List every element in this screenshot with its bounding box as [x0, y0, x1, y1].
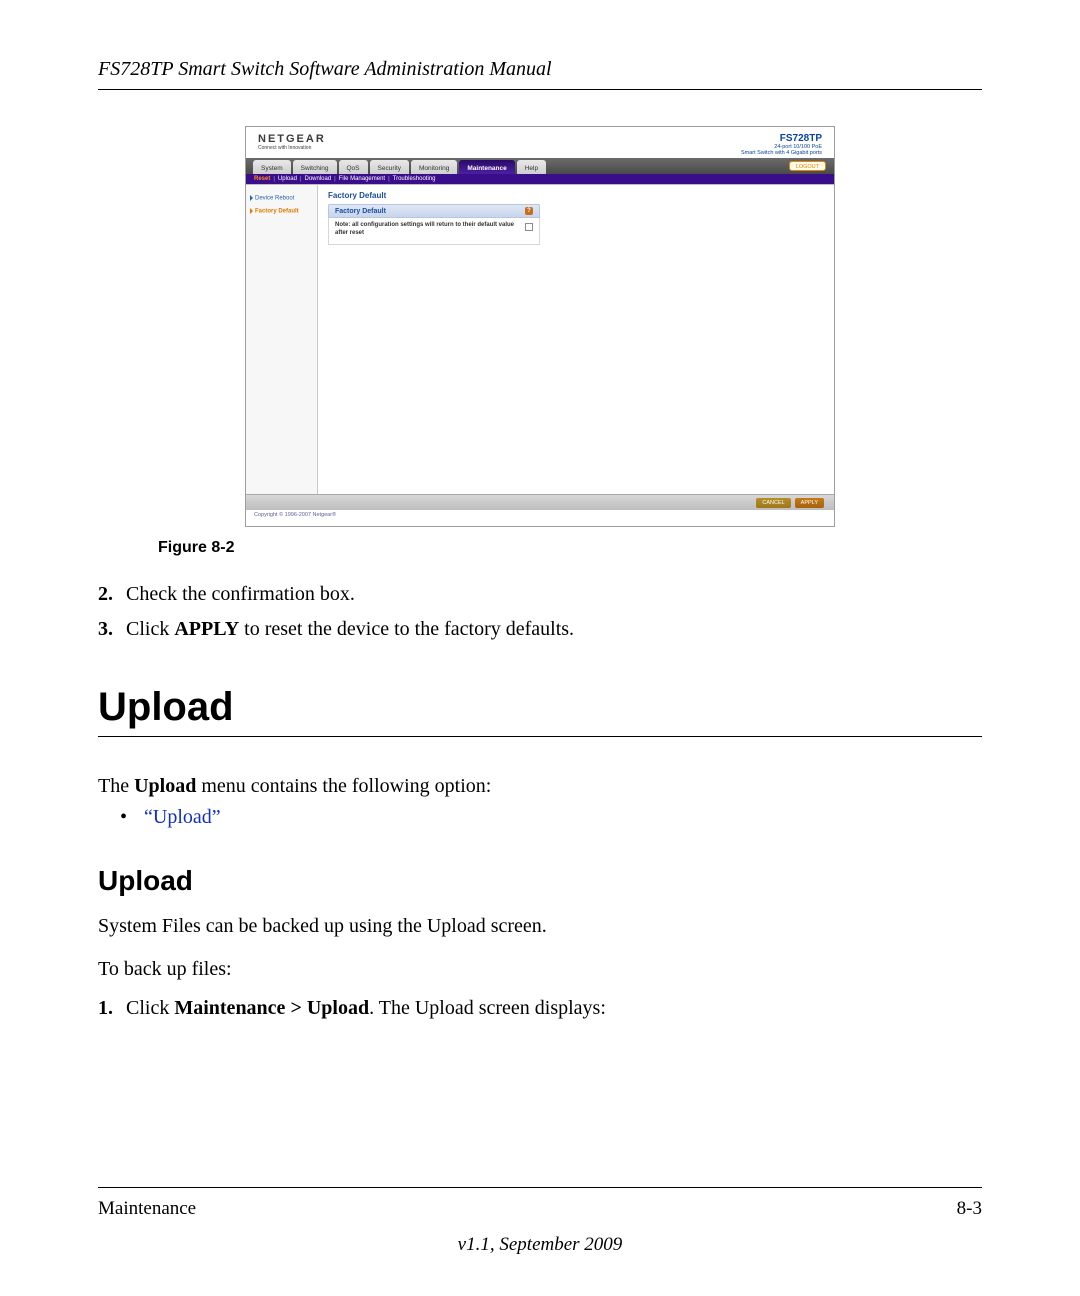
netgear-logo: NETGEAR Connect with Innovation [258, 133, 326, 151]
tab-monitoring[interactable]: Monitoring [411, 160, 457, 174]
embedded-screenshot: NETGEAR Connect with Innovation FS728TP … [245, 126, 835, 527]
footer-right: 8-3 [957, 1198, 982, 1220]
bullet-item: • “Upload” [120, 806, 982, 829]
steps-list-a: 2. Check the confirmation box. 3. Click … [98, 579, 982, 645]
paragraph: System Files can be backed up using the … [98, 911, 982, 942]
panel-body: Note: all configuration settings will re… [328, 218, 540, 245]
panel-note-text: Note: all configuration settings will re… [335, 222, 519, 238]
step-text: Click APPLY to reset the device to the f… [126, 614, 574, 645]
tab-qos[interactable]: QoS [339, 160, 368, 174]
step-number: 3. [98, 614, 126, 645]
subtab-troubleshooting[interactable]: Troubleshooting [393, 176, 436, 182]
panel-header-text: Factory Default [335, 208, 386, 215]
brand-tagline: Connect with Innovation [258, 145, 326, 151]
panel-title: Factory Default [328, 191, 824, 200]
confirmation-checkbox[interactable] [525, 223, 533, 231]
step-number: 1. [98, 993, 126, 1024]
product-model: FS728TP [741, 133, 822, 144]
apply-button[interactable]: APPLY [795, 498, 824, 508]
section-heading-upload: Upload [98, 685, 982, 737]
page-footer: Maintenance 8-3 v1.1, September 2009 [98, 1187, 982, 1256]
copyright-text: Copyright © 1996-2007 Netgear® [246, 510, 834, 518]
paragraph: The Upload menu contains the following o… [98, 771, 982, 802]
running-header: FS728TP Smart Switch Software Administra… [98, 58, 982, 90]
subtab-reset[interactable]: Reset [254, 176, 270, 182]
product-desc-2: Smart Switch with 4 Gigabit ports [741, 150, 822, 156]
footer-version: v1.1, September 2009 [98, 1234, 982, 1256]
brand-text: NETGEAR [258, 133, 326, 145]
sub-tabs: Reset|Upload|Download|File Management|Tr… [246, 174, 834, 184]
tab-maintenance[interactable]: Maintenance [459, 160, 514, 174]
logout-button[interactable]: LOGOUT [789, 161, 826, 171]
panel-header-bar: Factory Default ? [328, 204, 540, 218]
step-number: 2. [98, 579, 126, 610]
paragraph: To back up files: [98, 954, 982, 985]
sidebar-item-device-reboot[interactable]: Device Reboot [250, 193, 313, 204]
subtab-file-management[interactable]: File Management [339, 176, 385, 182]
step-text: Check the confirmation box. [126, 579, 355, 610]
subtab-upload[interactable]: Upload [278, 176, 297, 182]
upload-link[interactable]: “Upload” [144, 806, 221, 829]
help-icon[interactable]: ? [525, 207, 533, 215]
tab-help[interactable]: Help [517, 160, 546, 174]
tab-system[interactable]: System [253, 160, 291, 174]
step-text: Click Maintenance > Upload. The Upload s… [126, 993, 606, 1024]
figure-caption: Figure 8-2 [158, 539, 982, 557]
main-tabs: System Switching QoS Security Monitoring… [246, 158, 834, 174]
cancel-button[interactable]: CANCEL [756, 498, 790, 508]
sidebar: Device Reboot Factory Default [246, 185, 318, 494]
footer-left: Maintenance [98, 1198, 196, 1220]
subtab-download[interactable]: Download [304, 176, 331, 182]
tab-security[interactable]: Security [370, 160, 409, 174]
main-panel: Factory Default Factory Default ? Note: … [318, 185, 834, 494]
steps-list-b: 1. Click Maintenance > Upload. The Uploa… [98, 993, 982, 1024]
subsection-heading-upload: Upload [98, 865, 982, 897]
sidebar-item-factory-default[interactable]: Factory Default [250, 206, 313, 217]
button-bar: CANCEL APPLY [246, 494, 834, 510]
tab-switching[interactable]: Switching [293, 160, 337, 174]
product-info: FS728TP 24-port 10/100 PoE Smart Switch … [741, 133, 822, 156]
